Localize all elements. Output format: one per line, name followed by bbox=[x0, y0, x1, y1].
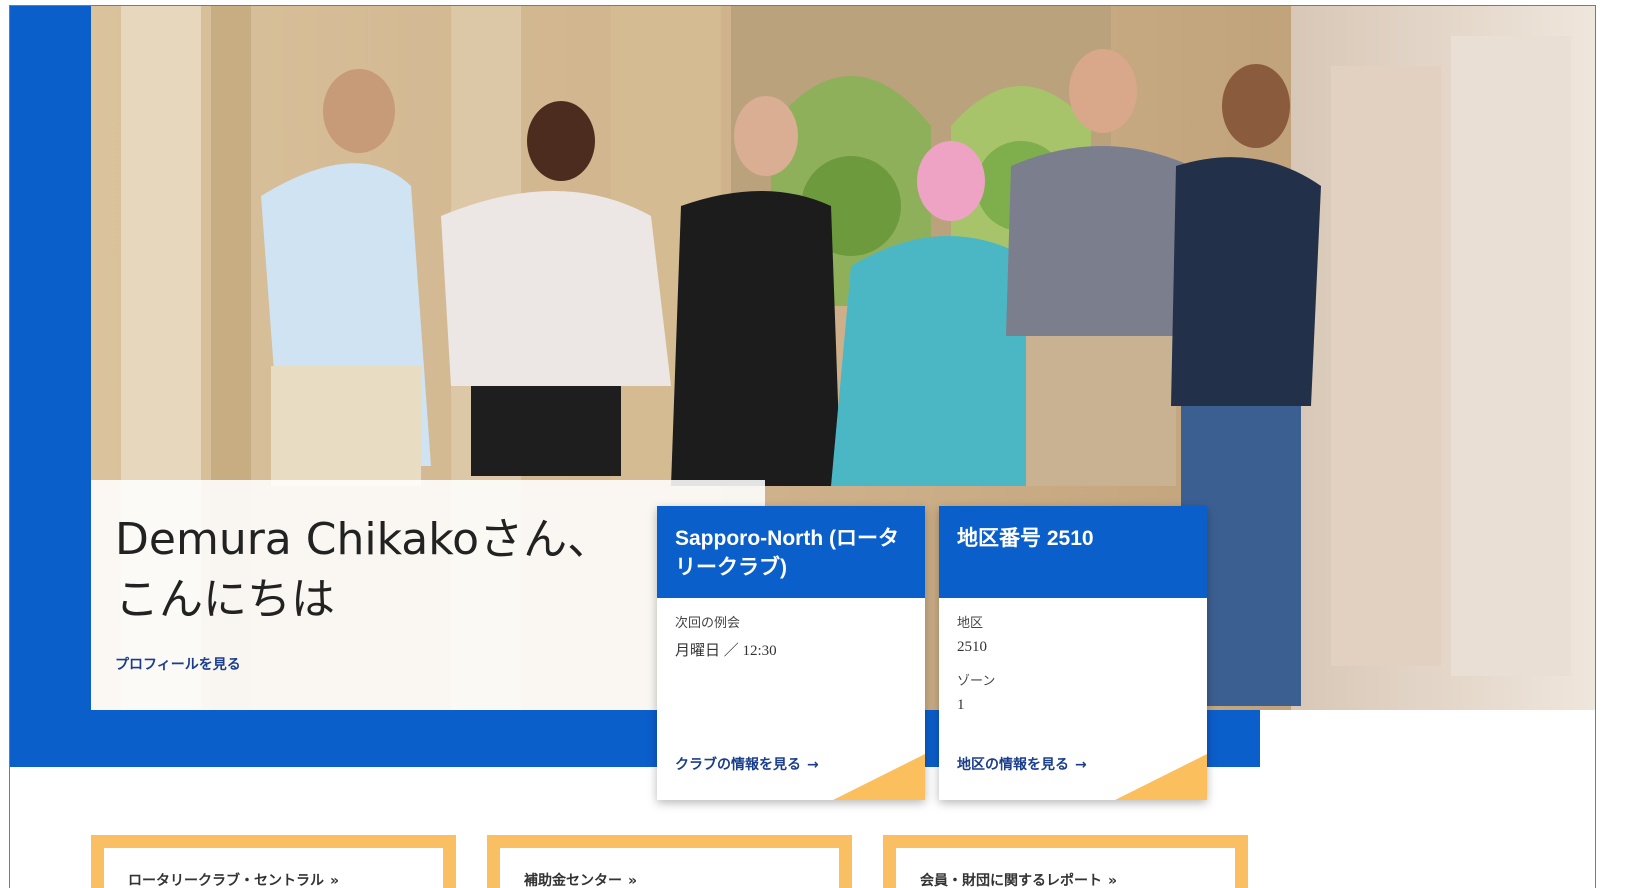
quick-link-rotary-club-central[interactable]: ロータリークラブ・セントラル » bbox=[91, 835, 456, 888]
club-card: Sapporo-North (ロータリークラブ) 次回の例会 月曜日 ／ 12:… bbox=[657, 506, 925, 800]
view-club-link-label: クラブの情報を見る bbox=[675, 756, 801, 772]
double-chevron-icon: » bbox=[330, 873, 340, 888]
card-corner-accent bbox=[1115, 754, 1207, 800]
page-frame: Demura Chikakoさん、こんにちは プロフィールを見る Sapporo… bbox=[9, 5, 1596, 888]
district-card: 地区番号 2510 地区 2510 ゾーン 1 地区の情報を見る → bbox=[939, 506, 1207, 800]
view-district-link-label: 地区の情報を見る bbox=[957, 756, 1069, 772]
view-club-link[interactable]: クラブの情報を見る → bbox=[675, 754, 819, 774]
band-notch bbox=[1260, 706, 1595, 767]
view-district-link[interactable]: 地区の情報を見る → bbox=[957, 754, 1087, 774]
card-corner-accent bbox=[833, 754, 925, 800]
double-chevron-icon: » bbox=[628, 873, 638, 888]
quick-link-label: ロータリークラブ・セントラル bbox=[128, 872, 324, 888]
arrow-right-icon: → bbox=[1075, 757, 1087, 773]
quick-link-label: 会員・財団に関するレポート bbox=[920, 872, 1102, 888]
district-label: 地区 bbox=[957, 615, 984, 630]
quick-link-label: 補助金センター bbox=[524, 872, 622, 888]
zone-value: 1 bbox=[957, 697, 965, 713]
next-meeting-label: 次回の例会 bbox=[675, 615, 741, 630]
club-card-title: Sapporo-North (ロータリークラブ) bbox=[657, 506, 925, 598]
greeting-title: Demura Chikakoさん、こんにちは bbox=[115, 514, 612, 625]
district-value: 2510 bbox=[957, 639, 987, 655]
double-chevron-icon: » bbox=[1108, 873, 1118, 888]
arrow-right-icon: → bbox=[807, 757, 819, 773]
zone-label: ゾーン bbox=[957, 673, 996, 688]
view-profile-link[interactable]: プロフィールを見る bbox=[115, 654, 241, 674]
next-meeting-value: 月曜日 ／ 12:30 bbox=[675, 643, 777, 659]
district-card-title: 地区番号 2510 bbox=[939, 506, 1207, 598]
quick-link-grant-center[interactable]: 補助金センター » bbox=[487, 835, 852, 888]
quick-link-reports[interactable]: 会員・財団に関するレポート » bbox=[883, 835, 1248, 888]
